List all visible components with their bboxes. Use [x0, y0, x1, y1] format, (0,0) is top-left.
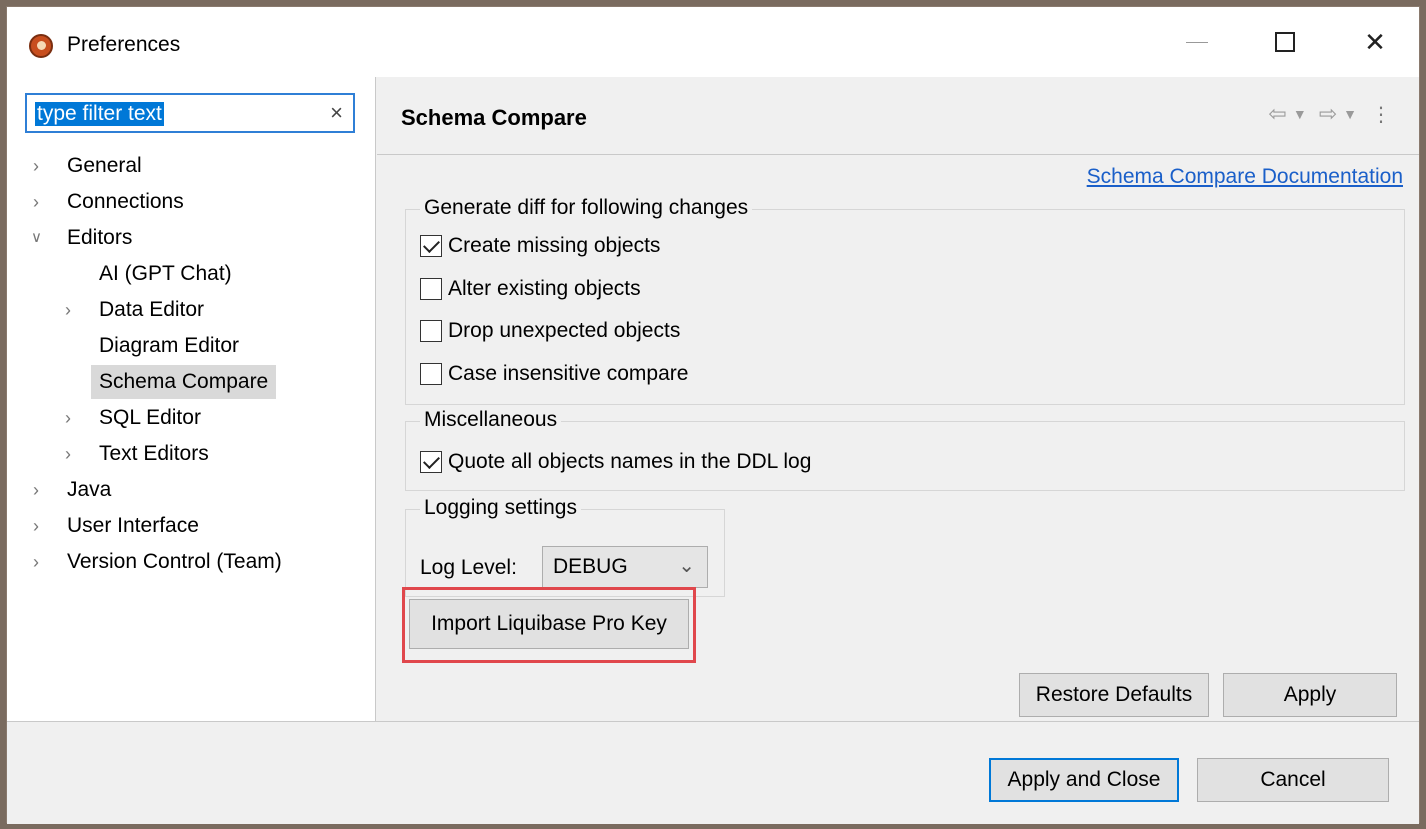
- checkbox-label: Quote all objects names in the DDL log: [448, 450, 812, 473]
- window-title: Preferences: [67, 33, 181, 56]
- tree-item-schema-compare[interactable]: Schema Compare: [7, 365, 375, 401]
- preference-page: Schema Compare ⇦ ▼ ⇨ ▼ ⋮ Schema Compare …: [377, 77, 1419, 721]
- tree-item-editors[interactable]: ∨ Editors: [7, 221, 375, 257]
- tree-item-label: General: [67, 154, 142, 177]
- forward-arrow-icon[interactable]: ⇨: [1319, 101, 1337, 127]
- misc-group: Miscellaneous Quote all objects names in…: [405, 408, 1405, 491]
- checkbox-label: Drop unexpected objects: [448, 319, 681, 342]
- chevron-right-icon[interactable]: ›: [33, 185, 49, 219]
- page-header: Schema Compare ⇦ ▼ ⇨ ▼ ⋮: [377, 77, 1419, 155]
- chevron-right-icon[interactable]: ›: [65, 437, 81, 471]
- chevron-down-icon[interactable]: ∨: [31, 221, 47, 255]
- tree-item-label: Version Control (Team): [67, 550, 282, 573]
- page-navigation: ⇦ ▼ ⇨ ▼ ⋮: [1268, 101, 1391, 127]
- misc-group-legend: Miscellaneous: [420, 408, 562, 432]
- maximize-button[interactable]: [1251, 17, 1319, 67]
- chevron-right-icon[interactable]: ›: [65, 401, 81, 435]
- checkbox-label: Alter existing objects: [448, 277, 641, 300]
- drop-unexpected-checkbox[interactable]: [420, 320, 442, 342]
- logging-group: Logging settings Log Level: DEBUG ⌄: [405, 496, 725, 597]
- restore-defaults-button[interactable]: Restore Defaults: [1019, 673, 1209, 717]
- tree-item-label: Java: [67, 478, 112, 501]
- case-insensitive-checkbox-row[interactable]: Case insensitive compare: [420, 362, 688, 386]
- documentation-link[interactable]: Schema Compare Documentation: [1087, 165, 1403, 189]
- alter-existing-checkbox-row[interactable]: Alter existing objects: [420, 277, 641, 301]
- clear-filter-icon[interactable]: ×: [330, 100, 343, 126]
- preferences-window: Preferences ✕ type filter text × › Gener…: [6, 6, 1420, 824]
- tree-item-diagram-editor[interactable]: Diagram Editor: [7, 329, 375, 365]
- logging-group-legend: Logging settings: [420, 496, 581, 520]
- create-missing-checkbox[interactable]: [420, 235, 442, 257]
- chevron-right-icon[interactable]: ›: [33, 509, 49, 543]
- tree-item-general[interactable]: › General: [7, 149, 375, 185]
- tree-item-version-control[interactable]: › Version Control (Team): [7, 545, 375, 581]
- diff-group: Generate diff for following changes Crea…: [405, 196, 1405, 405]
- quote-names-checkbox-row[interactable]: Quote all objects names in the DDL log: [420, 450, 811, 474]
- filter-input[interactable]: type filter text ×: [25, 93, 355, 133]
- tree-item-label: Data Editor: [99, 298, 205, 321]
- back-dropdown-icon[interactable]: ▼: [1293, 106, 1307, 122]
- alter-existing-checkbox[interactable]: [420, 278, 442, 300]
- dialog-button-bar: Apply and Close Cancel: [7, 721, 1419, 824]
- tree-item-user-interface[interactable]: › User Interface: [7, 509, 375, 545]
- tree-item-ai-gpt-chat[interactable]: AI (GPT Chat): [7, 257, 375, 293]
- diff-group-legend: Generate diff for following changes: [420, 196, 753, 220]
- log-level-select[interactable]: DEBUG ⌄: [542, 546, 708, 588]
- page-title: Schema Compare: [401, 105, 587, 130]
- back-arrow-icon[interactable]: ⇦: [1268, 101, 1286, 127]
- tree-item-label: Connections: [67, 190, 184, 213]
- create-missing-checkbox-row[interactable]: Create missing objects: [420, 234, 660, 258]
- chevron-right-icon[interactable]: ›: [33, 545, 49, 579]
- preferences-tree-pane: type filter text × › General › Connectio…: [7, 77, 376, 721]
- checkbox-label: Case insensitive compare: [448, 362, 689, 385]
- tree-item-label: AI (GPT Chat): [99, 262, 232, 285]
- app-icon: [29, 34, 53, 58]
- tree-item-sql-editor[interactable]: › SQL Editor: [7, 401, 375, 437]
- tree-item-label: Text Editors: [99, 442, 209, 465]
- tree-item-label: Schema Compare: [91, 365, 277, 399]
- chevron-right-icon[interactable]: ›: [33, 149, 49, 183]
- tree-item-label: SQL Editor: [99, 406, 201, 429]
- tree-item-label: User Interface: [67, 514, 199, 537]
- quote-names-checkbox[interactable]: [420, 451, 442, 473]
- tree-item-label: Editors: [67, 226, 133, 249]
- maximize-icon: [1275, 32, 1295, 52]
- case-insensitive-checkbox[interactable]: [420, 363, 442, 385]
- tree-item-label: Diagram Editor: [99, 334, 240, 357]
- drop-unexpected-checkbox-row[interactable]: Drop unexpected objects: [420, 319, 680, 343]
- close-icon: ✕: [1364, 26, 1386, 57]
- filter-input-text[interactable]: type filter text: [35, 102, 164, 126]
- tree-item-text-editors[interactable]: › Text Editors: [7, 437, 375, 473]
- log-level-value: DEBUG: [553, 555, 628, 578]
- view-menu-icon[interactable]: ⋮: [1371, 102, 1391, 127]
- apply-button[interactable]: Apply: [1223, 673, 1397, 717]
- chevron-right-icon[interactable]: ›: [33, 473, 49, 507]
- title-bar: Preferences ✕: [7, 7, 1419, 77]
- cancel-button[interactable]: Cancel: [1197, 758, 1389, 802]
- tree-item-connections[interactable]: › Connections: [7, 185, 375, 221]
- minimize-icon: [1186, 41, 1208, 43]
- tree-item-data-editor[interactable]: › Data Editor: [7, 293, 375, 329]
- apply-and-close-button[interactable]: Apply and Close: [989, 758, 1179, 802]
- checkbox-label: Create missing objects: [448, 234, 661, 257]
- forward-dropdown-icon[interactable]: ▼: [1343, 106, 1357, 122]
- minimize-button[interactable]: [1163, 17, 1231, 67]
- preferences-tree: › General › Connections ∨ Editors AI (GP…: [7, 149, 375, 581]
- import-liquibase-key-button[interactable]: Import Liquibase Pro Key: [409, 599, 689, 649]
- log-level-label: Log Level:: [420, 556, 517, 579]
- close-button[interactable]: ✕: [1341, 17, 1409, 67]
- tree-item-java[interactable]: › Java: [7, 473, 375, 509]
- chevron-right-icon[interactable]: ›: [65, 293, 81, 327]
- chevron-down-icon: ⌄: [678, 555, 695, 577]
